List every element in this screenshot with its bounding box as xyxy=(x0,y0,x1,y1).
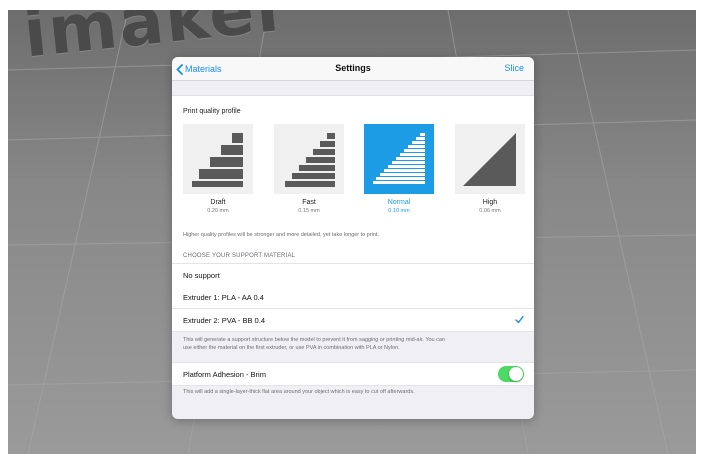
profile-normal[interactable]: Normal 0.10 mm xyxy=(364,124,434,214)
support-option-label: No support xyxy=(183,271,220,280)
high-ramp-icon xyxy=(455,124,525,194)
platform-adhesion-row: Platform Adhesion - Brim xyxy=(172,362,534,386)
profile-name: Draft xyxy=(210,199,226,206)
quality-heading: Print quality profile xyxy=(183,108,241,115)
fast-stairs-icon xyxy=(274,124,344,194)
settings-dialog: Materials Settings Slice Print quality p… xyxy=(172,57,534,419)
support-option-extruder-2[interactable]: Extruder 2: PVA - BB 0.4 xyxy=(172,309,534,332)
profile-layer-height: 0.20 mm xyxy=(207,208,229,214)
platform-adhesion-label: Platform Adhesion - Brim xyxy=(183,370,266,379)
support-option-extruder-1[interactable]: Extruder 1: PLA - AA 0.4 xyxy=(172,286,534,309)
support-option-label: Extruder 2: PVA - BB 0.4 xyxy=(183,316,265,325)
slice-button[interactable]: Slice xyxy=(504,63,524,73)
profile-layer-height: 0.10 mm xyxy=(388,208,410,214)
profile-name: High xyxy=(482,199,498,206)
adhesion-note: This will add a single-layer-thick flat … xyxy=(183,389,415,395)
platform-adhesion-toggle[interactable] xyxy=(498,366,524,382)
support-section-header: CHOOSE YOUR SUPPORT MATERIAL xyxy=(183,253,296,259)
profile-layer-height: 0.15 mm xyxy=(298,208,320,214)
profile-name: Normal xyxy=(387,199,411,206)
support-note-line-2: use either the material on the first ext… xyxy=(183,345,400,351)
support-option-none[interactable]: No support xyxy=(172,263,534,287)
navigation-bar: Materials Settings Slice xyxy=(172,57,534,81)
profile-draft[interactable]: Draft 0.20 mm xyxy=(183,124,253,214)
page-title: Settings xyxy=(335,63,371,73)
profile-layer-height: 0.06 mm xyxy=(479,208,501,214)
profile-name: Fast xyxy=(302,199,316,206)
quality-note: Higher quality profiles will be stronger… xyxy=(183,232,379,238)
draft-stairs-icon xyxy=(183,124,253,194)
print-quality-card: Print quality profile Draft 0.20 mm Fast… xyxy=(172,95,534,274)
normal-stairs-icon xyxy=(364,124,434,194)
toggle-knob xyxy=(509,367,523,381)
profile-fast[interactable]: Fast 0.15 mm xyxy=(274,124,344,214)
support-option-label: Extruder 1: PLA - AA 0.4 xyxy=(183,293,264,302)
checkmark-icon xyxy=(515,315,524,324)
support-note-line-1: This will generate a support structure b… xyxy=(183,337,445,343)
profile-high[interactable]: High 0.06 mm xyxy=(455,124,525,214)
